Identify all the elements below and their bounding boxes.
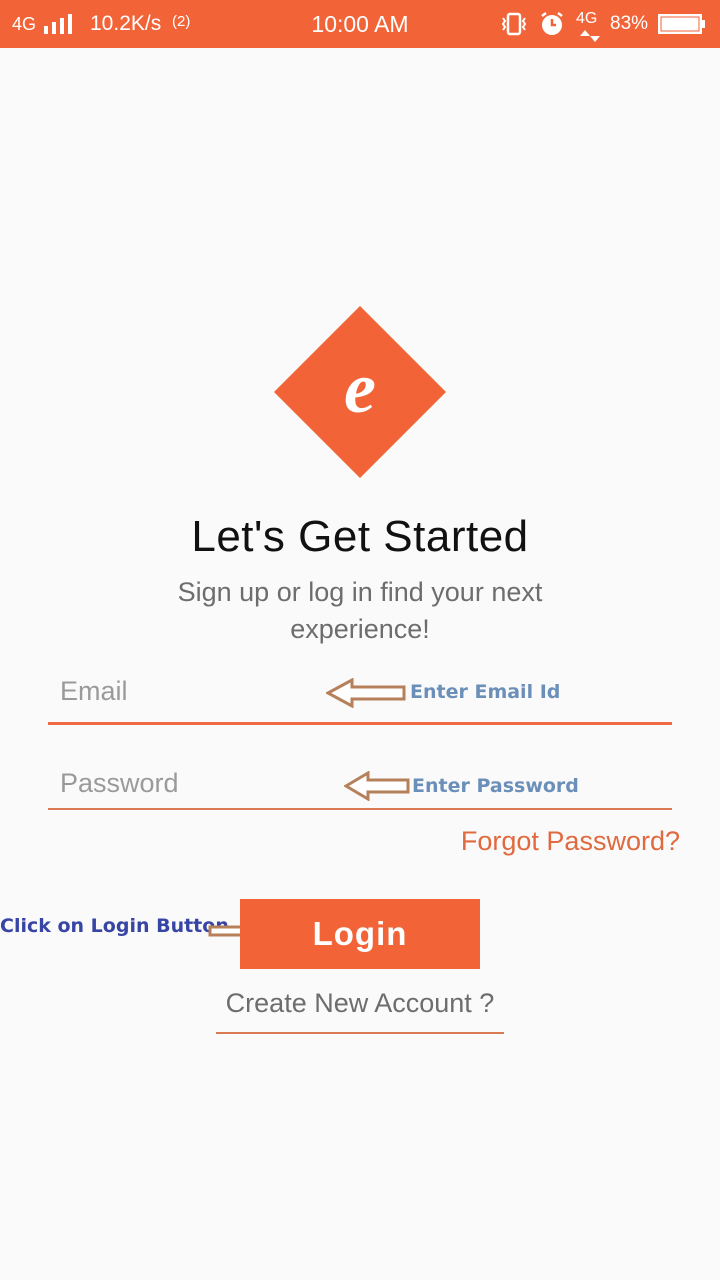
- battery-percent: 83%: [610, 13, 649, 34]
- logo-letter: e: [344, 348, 376, 428]
- forgot-password-link[interactable]: Forgot Password?: [440, 826, 680, 857]
- email-arrow-icon: [326, 678, 406, 708]
- vibrate-icon: [501, 12, 527, 36]
- data-arrows-icon: [580, 30, 600, 42]
- secondary-network-label: 4G: [576, 10, 598, 27]
- battery-icon: [658, 14, 705, 34]
- secondary-network: 4G: [574, 8, 604, 42]
- login-button[interactable]: Login: [240, 899, 480, 969]
- create-account-link[interactable]: Create New Account ?: [216, 988, 504, 1034]
- alarm-icon: [541, 12, 563, 35]
- email-hint: Enter Email Id: [410, 681, 561, 703]
- page-subtitle: Sign up or log in find your next experie…: [177, 577, 543, 644]
- page-title: Let's Get Started: [191, 512, 529, 561]
- status-bar: 4G 10.2K/s (2) 10:00 AM 4G 83%: [0, 0, 720, 48]
- password-arrow-icon: [344, 771, 410, 801]
- app-logo: e: [274, 306, 446, 478]
- password-hint: Enter Password: [412, 775, 579, 797]
- login-hint: Click on Login Button: [0, 915, 229, 937]
